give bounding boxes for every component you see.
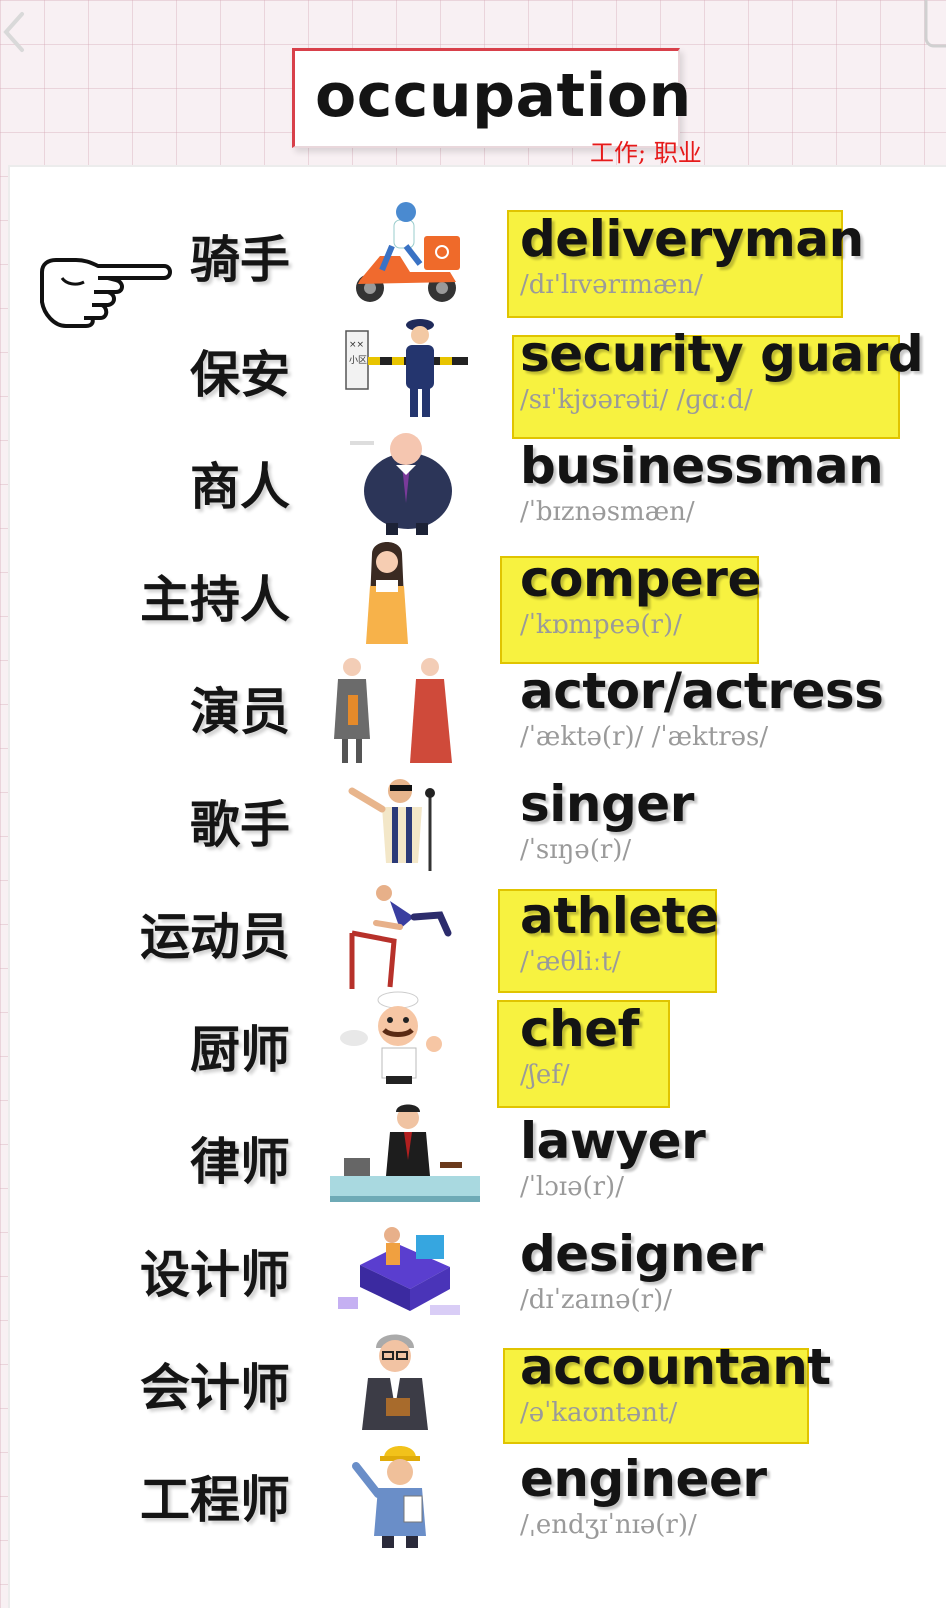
phonetic: /ˈkɒmpeə(r)/ (520, 610, 682, 640)
chinese-term: 律师 (190, 1133, 290, 1191)
occupation-row-accountant: 会计师 accountant /əˈkaʊntənt/ (0, 1328, 946, 1444)
occupation-row-designer: 设计师 designer /dɪˈzaɪnə(r)/ (0, 1215, 946, 1327)
chinese-term: 设计师 (140, 1246, 290, 1304)
chinese-term: 主持人 (140, 571, 290, 629)
occupation-row-singer: 歌手 singer /ˈsɪŋə(r)/ (0, 765, 946, 877)
page-title: occupation (315, 61, 692, 131)
phonetic: /ˈlɔɪə(r)/ (520, 1172, 624, 1202)
host-woman-icon (366, 542, 408, 644)
english-term: chef (520, 1000, 639, 1058)
chef-icon (340, 991, 442, 1084)
svg-text:小区: 小区 (349, 355, 367, 366)
phonetic: /ʃef/ (520, 1060, 570, 1090)
phonetic: /əˈkaʊntənt/ (520, 1398, 678, 1428)
back-chevron-icon[interactable] (0, 6, 30, 58)
english-term: accountant (520, 1338, 831, 1396)
chinese-term: 演员 (190, 683, 290, 741)
page-subtitle: 工作; 职业 (590, 139, 702, 167)
chinese-term: 歌手 (190, 796, 290, 854)
chinese-term: 工程师 (140, 1471, 290, 1529)
security-guard-icon: ×× 小区 (345, 319, 468, 417)
occupation-row-businessman: 商人 businessman /ˈbɪznəsmæn/ (0, 427, 946, 539)
phonetic: /ˌendʒɪˈnɪə(r)/ (520, 1510, 697, 1540)
corner-frame-icon (924, 0, 946, 48)
occupation-row-deliveryman: 骑手 deliveryman /dɪ'lɪvərɪmæn/ (0, 200, 946, 318)
chinese-term: 运动员 (140, 908, 290, 966)
phonetic: /ˈæktə(r)/ /ˈæktrəs/ (520, 722, 769, 752)
occupation-row-lawyer: 律师 lawyer /ˈlɔɪə(r)/ (0, 1102, 946, 1214)
english-term: singer (520, 775, 694, 833)
phonetic: /ˈbɪznəsmæn/ (520, 497, 695, 527)
english-term: actor/actress (520, 662, 884, 720)
chinese-term: 厨师 (190, 1021, 290, 1079)
chinese-term: 商人 (190, 458, 290, 516)
phonetic: /dɪˈzaɪnə(r)/ (520, 1285, 672, 1315)
chinese-term: 骑手 (190, 231, 290, 289)
english-term: designer (520, 1225, 763, 1283)
singer-icon (348, 779, 435, 871)
occupation-row-actor-actress: 演员 actor/actress /ˈæktə(r)/ /ˈæktrəs/ (0, 652, 946, 764)
phonetic: /ˈæθliːt/ (520, 947, 621, 977)
chinese-term: 会计师 (140, 1359, 290, 1417)
occupation-row-chef: 厨师 chef /ʃef/ (0, 990, 946, 1108)
english-term: compere (520, 550, 761, 608)
english-term: deliveryman (520, 210, 864, 268)
svg-text:××: ×× (349, 340, 364, 350)
occupation-row-compere: 主持人 compere /ˈkɒmpeə(r)/ (0, 540, 946, 664)
occupation-row-security-guard: 保安 ×× 小区 security guard /sɪˈkjʊərəti/ /ɡ… (0, 315, 946, 439)
english-term: engineer (520, 1450, 767, 1508)
english-term: businessman (520, 437, 884, 495)
phonetic: /sɪˈkjʊərəti/ /ɡɑːd/ (520, 385, 753, 415)
english-term: athlete (520, 887, 719, 945)
occupation-row-engineer: 工程师 engineer /ˌendʒɪˈnɪə(r)/ (0, 1440, 946, 1552)
designer-isometric-icon (338, 1227, 460, 1315)
chinese-term: 保安 (190, 346, 290, 404)
english-term: lawyer (520, 1112, 706, 1170)
lawyer-desk-icon (330, 1104, 480, 1202)
accountant-icon (362, 1334, 428, 1430)
actors-icon (334, 658, 452, 763)
phonetic: /dɪ'lɪvərɪmæn/ (520, 270, 703, 300)
hurdler-icon (349, 885, 452, 989)
businessman-icon (350, 433, 452, 535)
occupation-row-athlete: 运动员 athlete /ˈæθliːt/ (0, 877, 946, 993)
engineer-icon (352, 1446, 426, 1548)
english-term: security guard (520, 325, 924, 383)
phonetic: /ˈsɪŋə(r)/ (520, 835, 632, 865)
delivery-scooter-icon (356, 202, 460, 302)
